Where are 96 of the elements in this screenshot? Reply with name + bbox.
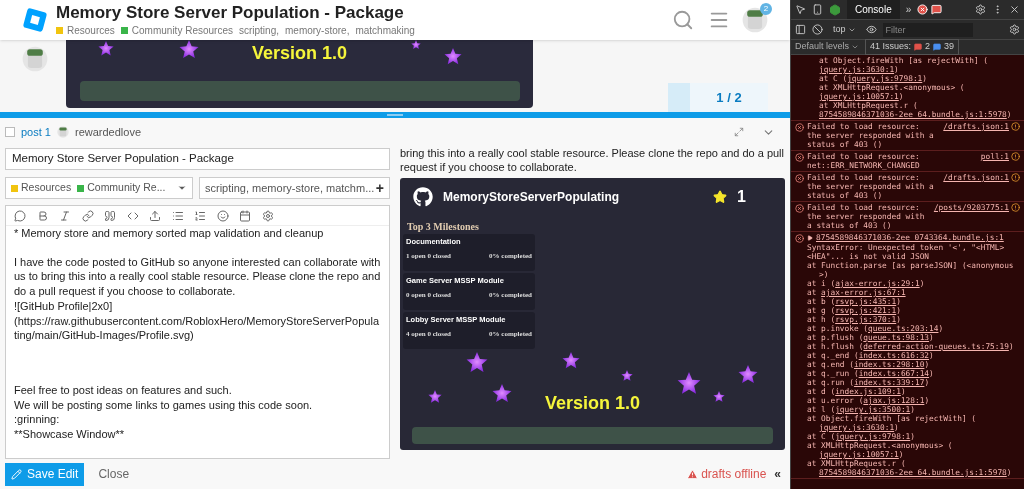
levels-select[interactable]: Default levels [795, 40, 860, 54]
star-icon [738, 365, 758, 385]
error-icon [795, 204, 804, 213]
more-tabs[interactable]: » [905, 2, 912, 17]
category-select[interactable]: Resources Community Re... [5, 177, 193, 199]
tags-select[interactable]: scripting, memory-store, matchm...+ [199, 177, 390, 199]
star-icon [562, 352, 580, 370]
error-issue-icon [914, 43, 923, 51]
warning-icon [1011, 152, 1020, 161]
error-icon [795, 153, 804, 162]
sidebar-icon[interactable] [795, 24, 806, 35]
error-icon [795, 123, 804, 132]
editor-text: (https://raw.githubusercontent.com/RobloxHero/MemoryStoreServerPopulating/main/GitHub-Images/Profile.svg) [14, 313, 380, 343]
expand-icon[interactable] [807, 235, 813, 241]
version-text: Version 1.0 [544, 392, 641, 415]
toggle-preview-button[interactable]: « [774, 465, 781, 483]
fullscreen-icon[interactable] [734, 127, 744, 137]
italic-icon[interactable] [59, 209, 71, 222]
editor-text: * Memory store and memory sorted map validation and cleanup [14, 226, 325, 241]
pencil-icon [11, 468, 22, 480]
editor-text: :grinning: [14, 412, 61, 428]
tag-link[interactable]: matchmaking [355, 22, 415, 38]
star-icon [428, 390, 442, 404]
settings-icon[interactable] [261, 209, 274, 222]
username: rewardedlove [74, 124, 141, 140]
star-icon [621, 370, 633, 382]
quote-icon[interactable] [104, 209, 116, 222]
star-icon [713, 391, 725, 403]
warning-icon [1011, 173, 1020, 182]
user-avatar [742, 7, 768, 33]
context-select[interactable]: top [833, 22, 856, 37]
star-icon [466, 352, 488, 374]
speech-bubble-icon[interactable] [14, 209, 26, 222]
warning-icon [1011, 122, 1020, 131]
star-count: 1 [737, 187, 746, 207]
error-icon[interactable] [917, 4, 929, 15]
add-tag-button[interactable]: + [375, 177, 384, 199]
editor-text: ![GitHub Profile|2x0] [14, 298, 114, 314]
warning-icon [687, 468, 699, 480]
editor-text: I have the code posted to GitHub so anyone interested can collaborate with us to bring this into a really cool stable resource. Please clone the repo and do a pull request if you choose to collaborate. [14, 254, 381, 299]
timeline-position: 1 / 2 [690, 83, 768, 112]
close-icon[interactable] [1009, 4, 1020, 15]
emoji-icon[interactable] [216, 209, 229, 222]
info-issue-icon [933, 43, 942, 51]
bullet-list-icon[interactable] [171, 209, 184, 222]
category-link[interactable]: Community Resources [131, 22, 233, 38]
star-icon [179, 40, 199, 60]
issue-icon[interactable] [931, 4, 943, 15]
timeline-track[interactable] [668, 83, 690, 112]
upload-icon[interactable] [149, 209, 161, 222]
category-link[interactable]: Resources [67, 22, 115, 38]
star-icon [411, 40, 421, 50]
dropdown-icon [177, 183, 187, 193]
device-icon[interactable] [812, 4, 823, 15]
devtools-tab[interactable]: Console [847, 0, 900, 19]
bold-icon[interactable] [36, 209, 49, 222]
category-name: Community Re... [87, 180, 166, 196]
error-icon [795, 174, 804, 183]
star-icon [492, 384, 512, 404]
editor-text: **Showcase Window** [14, 427, 126, 442]
editor-text: Feel free to post ideas on features and such. [14, 382, 233, 398]
github-icon [413, 187, 433, 207]
version-text: Version 1.0 [251, 42, 348, 65]
category-name: Resources [21, 180, 72, 196]
topic-title[interactable]: Memory Store Server Population - Package [56, 2, 664, 23]
editor-text: We will be posting some links to games using this code soon. [14, 397, 314, 413]
search-icon[interactable] [672, 9, 694, 31]
tag-link[interactable]: memory-store, [285, 22, 350, 38]
editor[interactable] [5, 205, 390, 459]
preview-text: bring this into a really cool stable resource. Please clone the repo and do a pull request if you choose to collaborate. [400, 146, 785, 174]
title-input[interactable]: Memory Store Server Population - Package [5, 148, 390, 170]
star-icon [677, 372, 701, 396]
star-icon [444, 48, 462, 66]
drafts-status: drafts offline [701, 466, 767, 483]
tag-link[interactable]: scripting, [238, 22, 279, 38]
warning-icon [1011, 203, 1020, 212]
star-icon [98, 41, 114, 57]
author-avatar [22, 46, 48, 72]
reply-type-toggle[interactable] [5, 127, 15, 137]
logo-icon[interactable] [22, 7, 48, 33]
close-button[interactable]: Close [98, 465, 130, 483]
milestones-heading: Top 3 Milestones [407, 220, 480, 234]
error-icon [795, 234, 804, 243]
hexagon-icon[interactable] [829, 3, 841, 16]
user-avatar [56, 126, 69, 138]
clear-icon[interactable] [812, 24, 823, 35]
link-icon[interactable] [81, 209, 94, 222]
numbered-list-icon[interactable] [194, 209, 206, 222]
filter-field[interactable]: Filter [882, 22, 973, 37]
star-icon [713, 190, 728, 204]
issues-button[interactable]: 41 Issues: 2 39 [865, 39, 960, 55]
inspect-icon[interactable] [795, 4, 806, 15]
repo-name: MemoryStoreServerPopulating [443, 189, 620, 206]
post-link[interactable]: post 1 [21, 123, 51, 141]
eye-icon[interactable] [865, 24, 877, 35]
calendar-icon[interactable] [239, 209, 251, 222]
